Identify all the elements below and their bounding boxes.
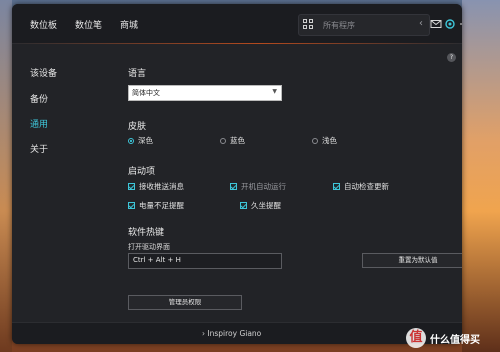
device-name[interactable]: › Inspiroy Giano bbox=[202, 329, 261, 338]
hotkey-sub-label: 打开驱动界面 bbox=[128, 243, 170, 251]
watermark-logo: 值 什么值得买 bbox=[406, 328, 496, 350]
check-auto-start[interactable]: 开机自动运行 bbox=[230, 181, 286, 192]
chevron-right-icon: › bbox=[202, 329, 205, 338]
top-bar: 数位板 数位笔 商城 所有程序 ‹ bbox=[12, 4, 462, 44]
sidebar-item-general[interactable]: 通用 bbox=[30, 117, 48, 130]
minimize-icon[interactable] bbox=[458, 18, 462, 30]
checkbox-checked-icon bbox=[128, 183, 135, 190]
dropdown-arrow-icon: ▼ bbox=[272, 88, 277, 95]
watermark-text: 什么值得买 bbox=[430, 335, 480, 346]
skin-label-blue: 蓝色 bbox=[230, 136, 245, 145]
language-title: 语言 bbox=[128, 69, 147, 79]
hotkey-title: 软件热键 bbox=[128, 228, 165, 238]
checkbox-checked-icon bbox=[333, 183, 340, 190]
startup-title: 启动项 bbox=[128, 167, 156, 177]
check-label: 接收推送消息 bbox=[139, 182, 184, 191]
check-label: 久坐提醒 bbox=[251, 201, 281, 210]
checkbox-checked-icon bbox=[128, 202, 135, 209]
bottom-bar: › Inspiroy Giano bbox=[12, 322, 462, 344]
radio-icon bbox=[220, 138, 226, 144]
sidebar-item-device[interactable]: 该设备 bbox=[30, 66, 57, 79]
check-label: 电量不足提醒 bbox=[139, 201, 184, 210]
language-select[interactable]: 简体中文 ▼ bbox=[128, 85, 282, 101]
hotkey-input[interactable]: Ctrl + Alt + H bbox=[128, 253, 282, 269]
mail-icon[interactable] bbox=[430, 18, 442, 30]
settings-content: ? 语言 简体中文 ▼ 皮肤 深色 蓝色 浅色 启动项 接收推送消息 开机自动运… bbox=[114, 44, 462, 322]
watermark-symbol: 值 bbox=[406, 328, 426, 348]
skin-option-blue[interactable]: 蓝色 bbox=[220, 135, 245, 146]
desktop-background-left bbox=[0, 0, 12, 352]
help-icon[interactable]: ? bbox=[447, 53, 456, 62]
skin-label-light: 浅色 bbox=[322, 136, 337, 145]
check-sedentary[interactable]: 久坐提醒 bbox=[240, 200, 281, 211]
admin-permission-button[interactable]: 管理员权限 bbox=[128, 295, 242, 310]
sidebar-item-backup[interactable]: 备份 bbox=[30, 92, 48, 105]
radio-selected-icon bbox=[128, 138, 134, 144]
tab-tablet[interactable]: 数位板 bbox=[30, 18, 57, 31]
reset-default-button[interactable]: 重置为默认值 bbox=[362, 253, 462, 268]
check-label: 开机自动运行 bbox=[241, 182, 286, 191]
program-search-box[interactable]: 所有程序 ‹ bbox=[298, 14, 430, 36]
language-value: 简体中文 bbox=[132, 89, 160, 97]
desktop-background-right bbox=[462, 0, 500, 352]
hotkey-value: Ctrl + Alt + H bbox=[133, 256, 181, 264]
checkbox-checked-icon bbox=[240, 202, 247, 209]
checkbox-checked-icon bbox=[230, 183, 237, 190]
app-window: 数位板 数位笔 商城 所有程序 ‹ 该设备 备份 通用 关于 ? 语言 简体中文… bbox=[12, 4, 462, 344]
check-push-messages[interactable]: 接收推送消息 bbox=[128, 181, 184, 192]
check-label: 自动检查更新 bbox=[344, 182, 389, 191]
skin-option-light[interactable]: 浅色 bbox=[312, 135, 337, 146]
tab-store[interactable]: 商城 bbox=[120, 18, 138, 31]
search-placeholder: 所有程序 bbox=[323, 21, 355, 30]
sidebar-item-about[interactable]: 关于 bbox=[30, 142, 48, 155]
chevron-left-icon[interactable]: ‹ bbox=[419, 18, 423, 29]
check-auto-update[interactable]: 自动检查更新 bbox=[333, 181, 389, 192]
skin-option-dark[interactable]: 深色 bbox=[128, 135, 153, 146]
skin-label-dark: 深色 bbox=[138, 136, 153, 145]
check-low-battery[interactable]: 电量不足提醒 bbox=[128, 200, 184, 211]
skin-title: 皮肤 bbox=[128, 122, 147, 132]
radio-icon bbox=[312, 138, 318, 144]
sidebar: 该设备 备份 通用 关于 bbox=[12, 44, 114, 322]
grid-icon[interactable] bbox=[303, 19, 315, 31]
tab-pen[interactable]: 数位笔 bbox=[75, 18, 102, 31]
device-name-label: Inspiroy Giano bbox=[207, 329, 262, 338]
settings-icon[interactable] bbox=[444, 18, 456, 30]
